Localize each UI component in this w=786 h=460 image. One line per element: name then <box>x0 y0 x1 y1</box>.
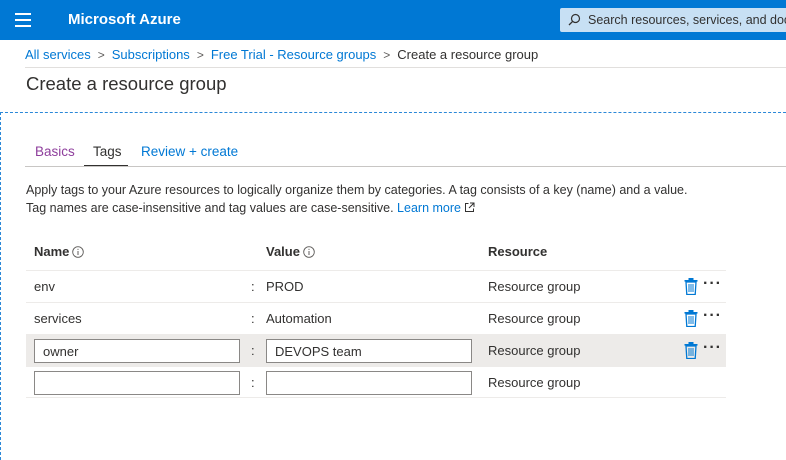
tag-separator: : <box>251 343 255 358</box>
chevron-right-icon: > <box>196 48 204 62</box>
more-icon[interactable]: ··· <box>703 308 722 324</box>
tag-value: Automation <box>266 311 332 326</box>
header-divider <box>25 67 786 68</box>
tab-tags[interactable]: Tags <box>93 144 122 159</box>
tag-resource: Resource group <box>488 311 581 326</box>
table-row[interactable]: : Resource group <box>26 366 726 398</box>
tab-review-create[interactable]: Review + create <box>141 144 238 159</box>
chevron-right-icon: > <box>383 48 391 62</box>
chevron-right-icon: > <box>97 48 105 62</box>
column-header-name: Name <box>34 244 85 259</box>
more-icon[interactable]: ··· <box>703 276 722 292</box>
info-icon[interactable] <box>303 246 315 258</box>
table-row[interactable]: env : PROD Resource group ··· <box>26 270 726 302</box>
learn-more-link[interactable]: Learn more <box>397 201 461 215</box>
tag-resource: Resource group <box>488 375 581 390</box>
external-link-icon[interactable] <box>464 202 475 213</box>
tag-value-input[interactable] <box>266 339 472 363</box>
search-input[interactable] <box>588 11 786 29</box>
trash-icon[interactable] <box>684 310 698 327</box>
global-search[interactable] <box>560 8 786 32</box>
hamburger-menu-icon[interactable] <box>15 13 31 27</box>
tag-resource: Resource group <box>488 279 581 294</box>
search-icon <box>568 13 581 26</box>
column-header-name-label: Name <box>34 244 70 259</box>
trash-icon[interactable] <box>684 342 698 359</box>
table-row[interactable]: : Resource group ··· <box>26 334 726 366</box>
column-header-resource: Resource <box>488 244 548 259</box>
column-header-value-label: Value <box>266 244 300 259</box>
breadcrumb-subscriptions[interactable]: Subscriptions <box>112 47 190 62</box>
tab-basics[interactable]: Basics <box>35 144 75 159</box>
tag-value: PROD <box>266 279 304 294</box>
portal-brand[interactable]: Microsoft Azure <box>68 11 181 28</box>
top-bar: Microsoft Azure <box>0 0 786 40</box>
breadcrumb-all-services[interactable]: All services <box>25 47 91 62</box>
trash-icon[interactable] <box>684 278 698 295</box>
description-line-2-text: Tag names are case-insensitive and tag v… <box>26 201 394 215</box>
column-header-value: Value <box>266 244 315 259</box>
description-line-2: Tag names are case-insensitive and tag v… <box>26 199 786 217</box>
tag-name-input[interactable] <box>34 339 240 363</box>
table-bottom-border <box>26 397 726 398</box>
breadcrumb-current: Create a resource group <box>397 47 539 62</box>
tag-separator: : <box>251 311 255 326</box>
breadcrumb: All services > Subscriptions > Free Trial - … <box>25 47 538 62</box>
tag-name: env <box>34 279 55 294</box>
info-icon[interactable] <box>72 246 85 258</box>
new-tag-name-input[interactable] <box>34 371 240 395</box>
tag-separator: : <box>251 375 255 390</box>
tag-resource: Resource group <box>488 343 581 358</box>
tab-divider <box>25 166 786 167</box>
page-title: Create a resource group <box>26 73 227 94</box>
tags-description: Apply tags to your Azure resources to lo… <box>26 181 786 217</box>
table-row[interactable]: services : Automation Resource group ··· <box>26 302 726 334</box>
description-line-1: Apply tags to your Azure resources to lo… <box>26 183 688 197</box>
tag-separator: : <box>251 279 255 294</box>
new-tag-value-input[interactable] <box>266 371 472 395</box>
more-icon[interactable]: ··· <box>703 340 722 356</box>
breadcrumb-resource-groups[interactable]: Free Trial - Resource groups <box>211 47 376 62</box>
focus-outline-left <box>0 112 1 460</box>
tag-name: services <box>34 311 82 326</box>
focus-outline-top <box>0 112 786 113</box>
